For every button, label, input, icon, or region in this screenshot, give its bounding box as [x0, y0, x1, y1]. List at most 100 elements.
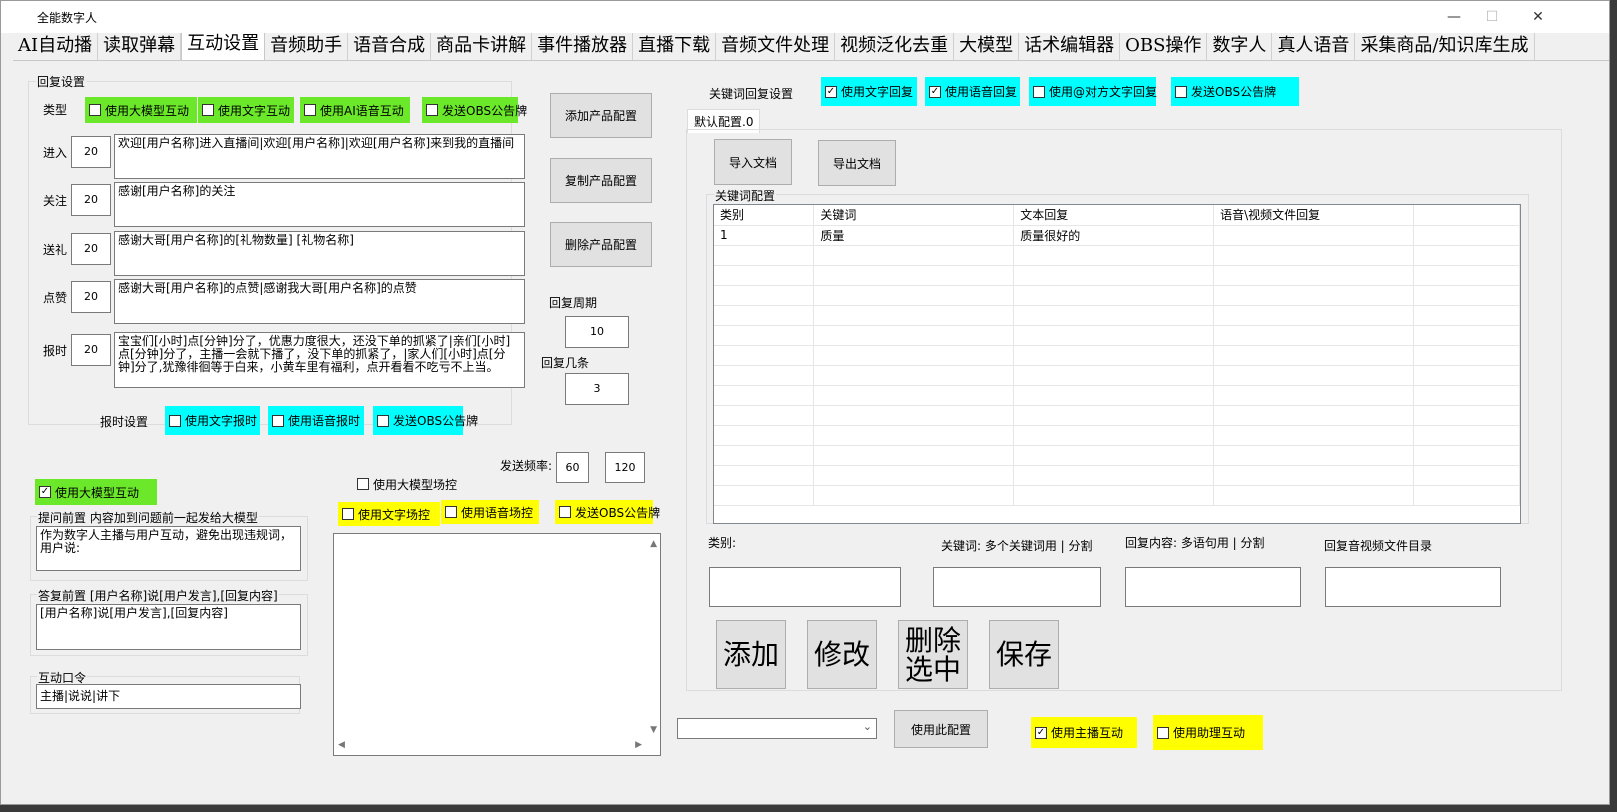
reply-row-number[interactable]: 20	[71, 233, 111, 265]
host-interact-checkbox[interactable]: ✓ 使用主播互动	[1031, 717, 1137, 748]
tab-1[interactable]: 读取弹幕	[98, 33, 182, 60]
time-check-0[interactable]: 使用文字报时	[165, 406, 260, 435]
export-doc-button[interactable]: 导出文档	[818, 140, 896, 186]
tab-10[interactable]: 大模型	[954, 33, 1020, 60]
reply-row-text[interactable]: 感谢大哥[用户名称]的[礼物数量] [礼物名称]	[114, 231, 525, 276]
table-row[interactable]	[714, 405, 1520, 426]
config-select[interactable]: ⌄	[677, 718, 877, 739]
reply-count-input[interactable]: 3	[565, 373, 629, 405]
table-cell	[1213, 305, 1415, 326]
field-control-textarea[interactable]: ▲ ▼ ◀ ▶	[333, 533, 661, 756]
kw-save-button[interactable]: 保存	[989, 620, 1059, 689]
scroll-up-icon[interactable]: ▲	[650, 538, 657, 551]
table-row[interactable]	[714, 465, 1520, 486]
reply-row-text[interactable]: 欢迎[用户名称]进入直播间|欢迎[用户名称]|欢迎[用户名称]来到我的直播间	[114, 134, 525, 179]
kw-add-button[interactable]: 添加	[716, 620, 786, 689]
tab-6[interactable]: 事件播放器	[532, 33, 634, 60]
reply-period-input[interactable]: 10	[565, 316, 629, 348]
reply-row-text[interactable]: 宝宝们[小时]点[分钟]分了，优惠力度很大，还没下单的抓紧了|亲们[小时]点[分…	[114, 332, 525, 388]
reply-row-number[interactable]: 20	[71, 281, 111, 313]
table-cell	[1213, 245, 1415, 266]
tab-0[interactable]: AI自动播	[13, 33, 99, 60]
table-cell: 质量	[813, 225, 1015, 246]
keyword-config-legend: 关键词配置	[714, 187, 777, 204]
frequency-max-input[interactable]: 120	[605, 452, 645, 483]
table-row[interactable]	[714, 305, 1520, 326]
import-doc-button[interactable]: 导入文档	[714, 139, 792, 185]
reply-row-text[interactable]: 感谢大哥[用户名称]的点赞|感谢我大哥[用户名称]的点赞	[114, 279, 525, 324]
tab-13[interactable]: 数字人	[1207, 33, 1273, 60]
keyword-check-2[interactable]: 使用@对方文字回复	[1029, 77, 1157, 106]
table-cell	[1213, 265, 1415, 286]
kw-delete-selected-button[interactable]: 删除选中	[898, 620, 968, 689]
keyword-check-3[interactable]: 发送OBS公告牌	[1171, 77, 1299, 106]
tab-8[interactable]: 音频文件处理	[716, 33, 836, 60]
field-control-checkbox[interactable]: 使用大模型场控	[353, 471, 478, 497]
tab-14[interactable]: 真人语音	[1272, 33, 1356, 60]
maximize-button[interactable]: ☐	[1469, 3, 1515, 31]
answer-prefix-input[interactable]: [用户名称]说[用户发言],[回复内容]	[36, 604, 301, 650]
table-row[interactable]	[714, 485, 1520, 506]
table-row[interactable]	[714, 425, 1520, 446]
tab-3[interactable]: 音频助手	[265, 33, 349, 60]
keyword-table[interactable]: 类别 关键词 文本回复 语音\视频文件回复 1 质量 质量很好的	[713, 204, 1521, 524]
command-input[interactable]: 主播|说说|讲下	[36, 684, 301, 709]
frequency-min-input[interactable]: 60	[556, 452, 589, 483]
assistant-interact-checkbox[interactable]: 使用助理互动	[1153, 715, 1263, 750]
keyword-check-0[interactable]: ✓ 使用文字回复	[821, 77, 917, 106]
table-row[interactable]	[714, 325, 1520, 346]
category-input[interactable]	[709, 567, 901, 607]
time-check-2[interactable]: 发送OBS公告牌	[373, 406, 478, 435]
table-row[interactable]	[714, 345, 1520, 366]
type-check-2[interactable]: 使用AI语音互动	[300, 97, 410, 123]
tab-5[interactable]: 商品卡讲解	[431, 33, 533, 60]
keyword-check-1[interactable]: ✓ 使用语音回复	[925, 77, 1020, 106]
main-tabs: AI自动播 读取弹幕 互动设置 音频助手 语音合成 商品卡讲解 事件播放器 直播下载 音频文件处…	[13, 33, 1609, 61]
table-row[interactable]	[714, 245, 1520, 266]
scroll-right-icon[interactable]: ▶	[635, 739, 642, 752]
copy-product-config-button[interactable]: 复制产品配置	[550, 158, 652, 203]
kw-modify-button[interactable]: 修改	[807, 620, 877, 689]
field-control-check-0[interactable]: 使用文字场控	[338, 502, 440, 526]
type-check-0[interactable]: 使用大模型互动	[85, 97, 197, 123]
field-control-check-2[interactable]: 发送OBS公告牌	[555, 500, 660, 524]
table-cell	[1013, 305, 1215, 326]
table-row[interactable]	[714, 385, 1520, 406]
field-control-check-1[interactable]: 使用语音场控	[441, 500, 539, 524]
question-prefix-input[interactable]: 作为数字人主播与用户互动，避免出现违规词，用户说:	[36, 526, 301, 571]
use-config-button[interactable]: 使用此配置	[894, 710, 988, 748]
table-row[interactable]	[714, 265, 1520, 286]
tab-4[interactable]: 语音合成	[348, 33, 432, 60]
reply-row-number[interactable]: 20	[71, 334, 111, 366]
audio-dir-input[interactable]	[1325, 567, 1501, 607]
reply-row-text[interactable]: 感谢[用户名称]的关注	[114, 182, 525, 227]
scroll-left-icon[interactable]: ◀	[338, 739, 345, 752]
reply-row-label: 点赞	[43, 291, 68, 305]
scroll-down-icon[interactable]: ▼	[650, 724, 657, 737]
tab-2[interactable]: 互动设置	[181, 33, 266, 60]
delete-product-config-button[interactable]: 删除产品配置	[550, 222, 652, 267]
table-cell	[813, 445, 1015, 466]
tab-12[interactable]: OBS操作	[1120, 33, 1208, 60]
tab-11[interactable]: 话术编辑器	[1019, 33, 1121, 60]
reply-row-number[interactable]: 20	[71, 184, 111, 216]
table-row[interactable]	[714, 285, 1520, 306]
add-product-config-button[interactable]: 添加产品配置	[550, 93, 652, 138]
table-row[interactable]: 1 质量 质量很好的	[714, 225, 1520, 246]
reply-row-number[interactable]: 20	[71, 136, 111, 168]
time-check-1[interactable]: 使用语音报时	[268, 406, 364, 435]
table-row[interactable]	[714, 365, 1520, 386]
llm-interact-checkbox[interactable]: ✓ 使用大模型互动	[35, 479, 157, 505]
tab-9[interactable]: 视频泛化去重	[835, 33, 955, 60]
tab-15[interactable]: 采集商品/知识库生成	[1355, 33, 1535, 60]
type-check-3[interactable]: 发送OBS公告牌	[422, 97, 527, 123]
reply-content-input[interactable]	[1125, 567, 1301, 607]
table-cell	[813, 465, 1015, 486]
close-button[interactable]: ✕	[1515, 3, 1561, 31]
tab-7[interactable]: 直播下载	[633, 33, 717, 60]
reply-field-label: 回复内容: 多语句用 | 分割	[1125, 536, 1265, 550]
window-title: 全能数字人	[37, 11, 98, 25]
keyword-input[interactable]	[933, 567, 1101, 607]
type-check-1[interactable]: 使用文字互动	[198, 97, 294, 123]
table-row[interactable]	[714, 445, 1520, 466]
